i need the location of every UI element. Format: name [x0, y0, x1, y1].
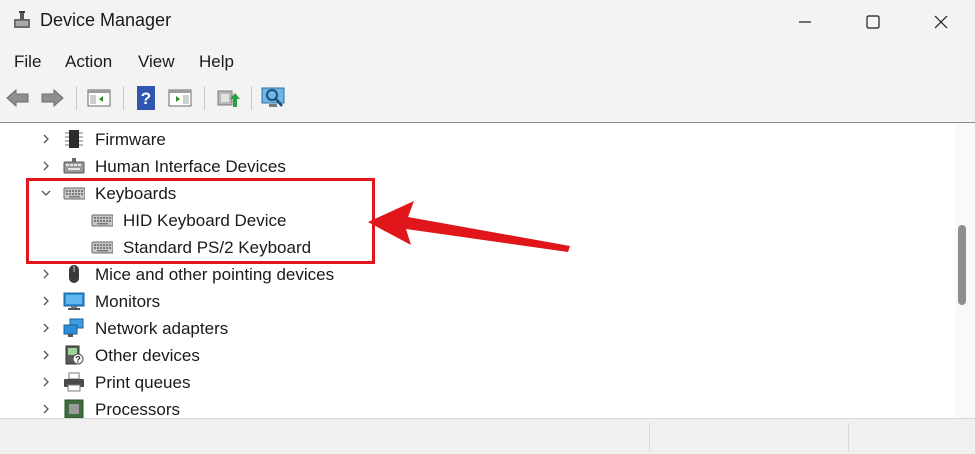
toolbar-separator	[204, 86, 205, 110]
tree-item-mice[interactable]: Mice and other pointing devices	[0, 261, 955, 288]
chevron-right-icon[interactable]	[40, 349, 52, 361]
hid-device-icon	[63, 158, 85, 174]
close-icon	[934, 15, 948, 29]
tree-item-firmware[interactable]: Firmware	[0, 126, 955, 153]
close-button[interactable]	[907, 0, 975, 44]
tree-item-processors[interactable]: Processors	[0, 396, 955, 418]
forward-arrow-icon	[41, 88, 64, 108]
menu-help[interactable]: Help	[199, 52, 234, 72]
menu-file[interactable]: File	[14, 52, 41, 72]
scrollbar-thumb[interactable]	[958, 225, 966, 305]
tree-item-standard-ps2-keyboard[interactable]: Standard PS/2 Keyboard	[0, 234, 955, 261]
tree-item-label: Standard PS/2 Keyboard	[123, 238, 312, 257]
toolbar-separator	[76, 86, 77, 110]
printer-icon	[64, 372, 84, 392]
tree-item-label: Keyboards	[95, 184, 177, 203]
title-bar: Device Manager	[0, 0, 975, 44]
chevron-right-icon[interactable]	[40, 322, 52, 334]
tree-item-human-interface-devices[interactable]: Human Interface Devices	[0, 153, 955, 180]
chevron-right-icon[interactable]	[40, 295, 52, 307]
properties-pane-icon	[87, 89, 111, 107]
help-icon: ?	[137, 86, 155, 110]
svg-text:?: ?	[75, 355, 81, 365]
tree-item-other-devices[interactable]: ? Other devices	[0, 342, 955, 369]
tree-item-monitors[interactable]: Monitors	[0, 288, 955, 315]
show-hide-pane-icon	[168, 89, 192, 107]
toolbar-separator	[251, 86, 252, 110]
svg-text:?: ?	[141, 89, 151, 108]
device-manager-icon	[14, 11, 30, 28]
toolbar: ?	[0, 78, 975, 118]
window-title: Device Manager	[40, 10, 172, 30]
maximize-button[interactable]	[839, 0, 907, 44]
tree-item-label: Monitors	[95, 292, 161, 311]
keyboard-icon	[63, 187, 85, 200]
tree-item-label: Print queues	[95, 373, 191, 392]
status-divider	[649, 423, 650, 451]
back-arrow-icon	[6, 88, 29, 108]
chevron-right-icon[interactable]	[40, 133, 52, 145]
status-bar	[0, 418, 975, 454]
minimize-button[interactable]	[771, 0, 839, 44]
status-divider	[848, 423, 849, 451]
unknown-device-icon: ?	[65, 345, 84, 365]
back-button[interactable]	[4, 84, 32, 112]
menu-action[interactable]: Action	[65, 52, 112, 72]
monitor-icon	[63, 292, 85, 310]
tree-item-hid-keyboard-device[interactable]: HID Keyboard Device	[0, 207, 955, 234]
properties-pane-button[interactable]	[85, 84, 113, 112]
maximize-icon	[866, 15, 880, 29]
tree-item-label: HID Keyboard Device	[123, 211, 287, 230]
tree-item-label: Mice and other pointing devices	[95, 265, 335, 284]
tree-item-label: Processors	[95, 400, 181, 418]
tree-item-keyboards[interactable]: Keyboards	[0, 180, 955, 207]
menu-view[interactable]: View	[138, 52, 175, 72]
scan-hardware-icon	[261, 87, 285, 107]
network-adapter-icon	[63, 318, 84, 337]
toolbar-separator	[123, 86, 124, 110]
chevron-down-icon[interactable]	[40, 187, 52, 199]
tree-item-network-adapters[interactable]: Network adapters	[0, 315, 955, 342]
tree-item-label: Network adapters	[95, 319, 229, 338]
help-button[interactable]: ?	[132, 84, 160, 112]
chevron-right-icon[interactable]	[40, 268, 52, 280]
scan-hardware-button[interactable]	[260, 84, 288, 112]
tree-item-label: Human Interface Devices	[95, 157, 286, 176]
show-hide-pane-button[interactable]	[166, 84, 194, 112]
mouse-icon	[69, 265, 79, 283]
menu-bar: File Action View Help	[0, 44, 975, 78]
chevron-right-icon[interactable]	[40, 376, 52, 388]
minimize-icon	[799, 21, 811, 23]
chevron-right-icon[interactable]	[40, 160, 52, 172]
update-driver-button[interactable]	[213, 84, 241, 112]
forward-button[interactable]	[38, 84, 66, 112]
tree-item-print-queues[interactable]: Print queues	[0, 369, 955, 396]
update-driver-icon	[217, 90, 240, 107]
tree-item-label: Other devices	[95, 346, 200, 365]
device-tree: Firmware Human Interface Devices Keyboar…	[0, 123, 955, 418]
chevron-right-icon[interactable]	[40, 403, 52, 415]
tree-item-label: Firmware	[95, 130, 166, 149]
processor-icon	[64, 399, 84, 418]
keyboard-icon	[91, 214, 113, 227]
keyboard-icon	[91, 241, 113, 254]
firmware-chip-icon	[65, 130, 83, 148]
